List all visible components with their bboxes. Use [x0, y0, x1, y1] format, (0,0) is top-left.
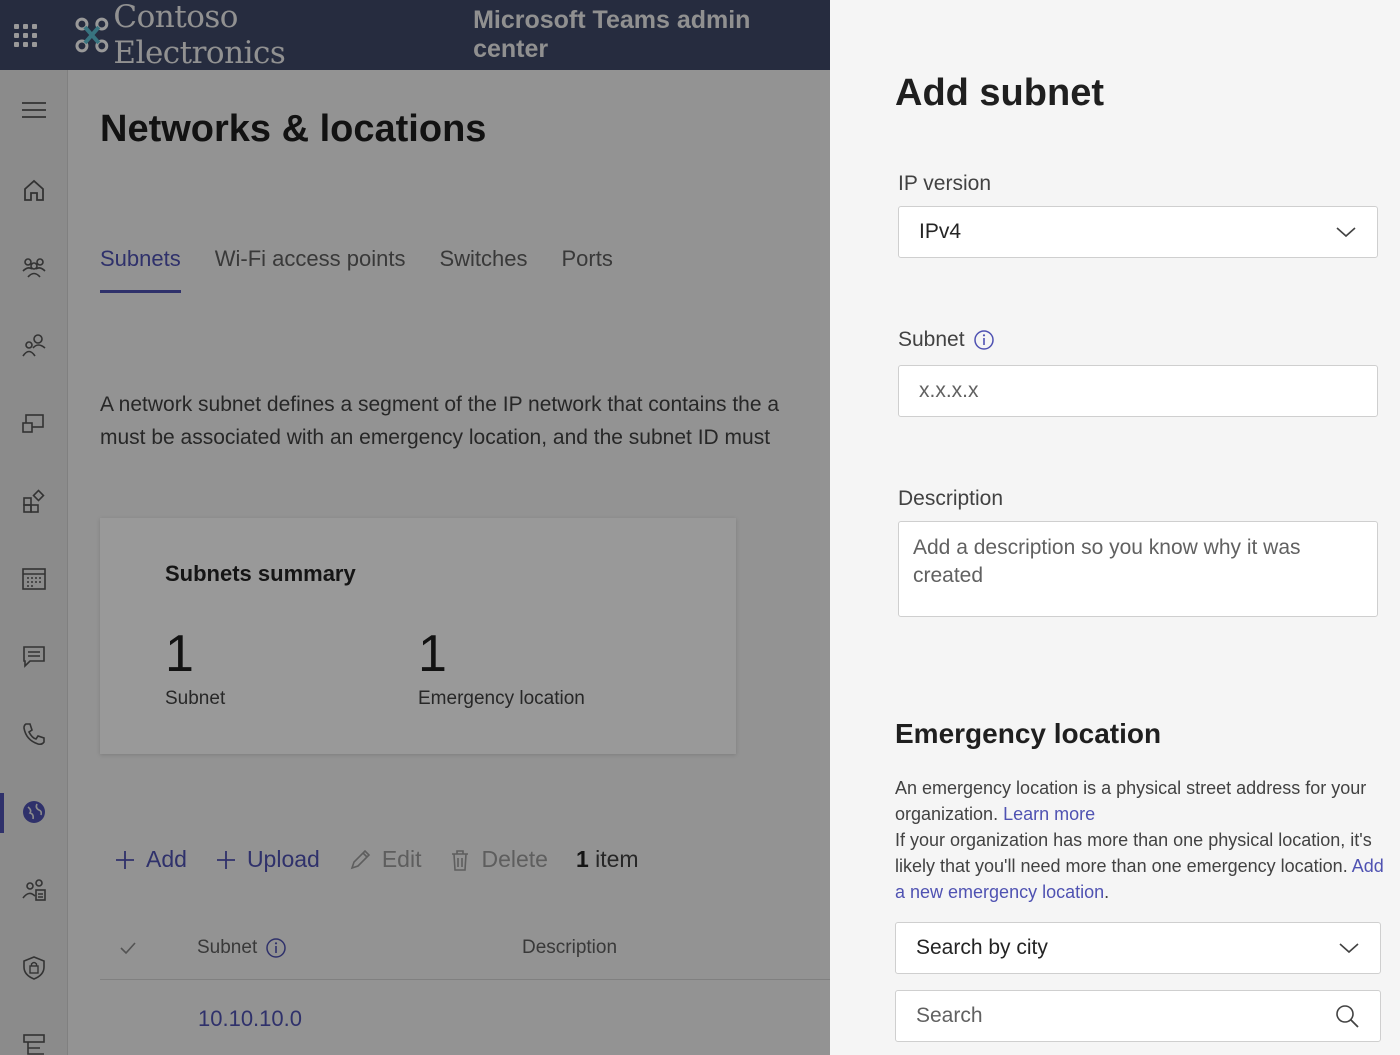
- ip-version-value: IPv4: [919, 220, 962, 243]
- emergency-text-3: .: [1104, 882, 1110, 902]
- search-placeholder: Search: [916, 1004, 983, 1027]
- ip-version-dropdown[interactable]: IPv4: [898, 206, 1378, 258]
- ip-version-label: IP version: [898, 172, 991, 195]
- modal-overlay[interactable]: [0, 0, 830, 1055]
- info-icon[interactable]: [973, 329, 995, 351]
- chevron-down-icon: [1336, 227, 1356, 238]
- emergency-text-1: An emergency location is a physical stre…: [895, 778, 1367, 824]
- add-subnet-panel: Add subnet IP version IPv4 Subnet x.x.x.…: [830, 0, 1400, 1055]
- search-by-value: Search by city: [916, 936, 1048, 959]
- search-by-dropdown[interactable]: Search by city: [895, 922, 1381, 974]
- learn-more-link[interactable]: Learn more: [1003, 804, 1095, 824]
- panel-title: Add subnet: [895, 72, 1104, 114]
- subnet-placeholder: x.x.x.x: [919, 379, 979, 402]
- search-icon[interactable]: [1334, 1003, 1360, 1029]
- emergency-location-heading: Emergency location: [895, 718, 1162, 749]
- subnet-input[interactable]: x.x.x.x: [898, 365, 1378, 417]
- emergency-text-2: If your organization has more than one p…: [895, 830, 1372, 876]
- subnet-label-text: Subnet: [898, 328, 965, 351]
- description-label: Description: [898, 487, 1004, 510]
- description-textarea[interactable]: Add a description so you know why it was…: [898, 521, 1378, 617]
- subnet-label: Subnet: [898, 328, 995, 352]
- location-search-input[interactable]: Search: [895, 990, 1381, 1042]
- chevron-down-icon: [1339, 943, 1359, 954]
- emergency-location-description: An emergency location is a physical stre…: [895, 775, 1390, 905]
